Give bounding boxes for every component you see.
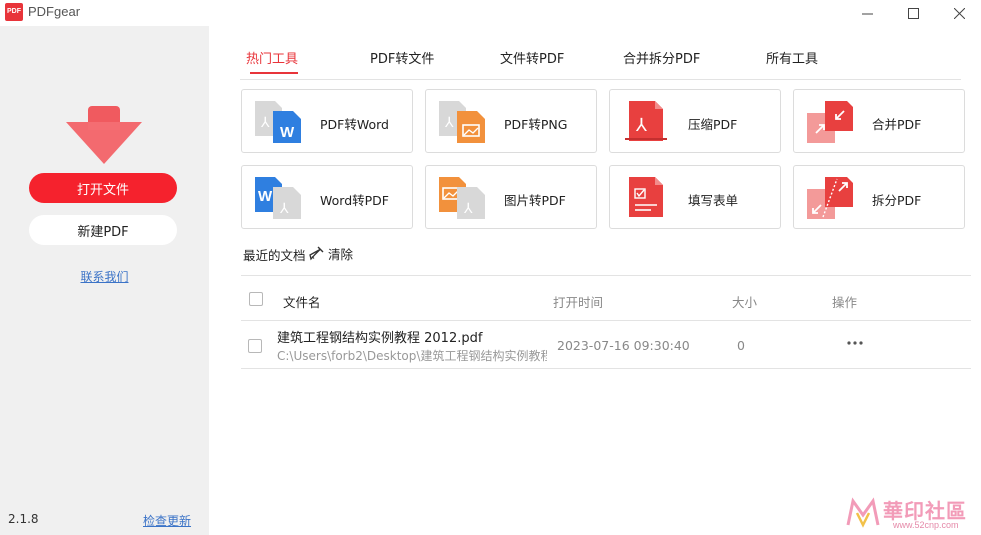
file-path: C:\Users\forb2\Desktop\建筑工程钢结构实例教程 2012.… [277, 349, 547, 363]
tool-card-pdf-to-png[interactable]: ⅄ PDF转PNG [425, 89, 597, 153]
clear-label: 清除 [328, 247, 354, 262]
tab-pdf-to-file[interactable]: PDF转文件 [370, 48, 434, 67]
close-icon [953, 7, 965, 19]
recent-documents-label: 最近的文档 [243, 248, 306, 263]
file-open-time: 2023-07-16 09:30:40 [557, 338, 690, 353]
more-options-icon[interactable] [845, 335, 865, 351]
svg-text:⅄: ⅄ [444, 115, 454, 131]
svg-text:⅄: ⅄ [260, 115, 270, 131]
merge-pdf-icon [807, 101, 853, 143]
app-logo-icon: PDF [5, 3, 23, 21]
maximize-button[interactable] [890, 0, 936, 26]
tool-card-pdf-to-word[interactable]: ⅄ W PDF转Word [241, 89, 413, 153]
new-pdf-button[interactable]: 新建PDF [29, 215, 177, 245]
select-all-checkbox[interactable] [249, 292, 263, 306]
contact-us-link[interactable]: 联系我们 [0, 268, 209, 285]
tool-card-merge-pdf[interactable]: 合并PDF [793, 89, 965, 153]
sidebar: 打开文件 新建PDF 联系我们 2.1.8 检查更新 [0, 26, 209, 535]
svg-text:⅄: ⅄ [463, 201, 473, 217]
tab-all-tools[interactable]: 所有工具 [766, 48, 818, 67]
watermark-logo-icon [846, 497, 880, 528]
tab-file-to-pdf[interactable]: 文件转PDF [500, 48, 564, 67]
image-to-pdf-icon: ⅄ [439, 177, 485, 219]
pdf-to-png-icon: ⅄ [439, 101, 485, 143]
tool-label: 拆分PDF [872, 193, 922, 208]
tab-popular-tools[interactable]: 热门工具 [246, 48, 298, 67]
column-header-open-time: 打开时间 [553, 295, 604, 310]
svg-text:W: W [258, 188, 273, 205]
tool-card-fill-form[interactable]: 填写表单 [609, 165, 781, 229]
tool-label: PDF转PNG [504, 117, 568, 132]
split-pdf-icon [807, 177, 853, 219]
broom-icon [309, 246, 324, 261]
tool-card-compress-pdf[interactable]: ⅄ 压缩PDF [609, 89, 781, 153]
row-checkbox[interactable] [248, 339, 262, 353]
tool-card-word-to-pdf[interactable]: W ⅄ Word转PDF [241, 165, 413, 229]
column-header-name: 文件名 [283, 295, 321, 310]
watermark: 華印社區 www.52cnp.com [845, 495, 977, 533]
tool-tabs: 热门工具 PDF转文件 文件转PDF 合并拆分PDF 所有工具 [240, 40, 961, 80]
minimize-button[interactable] [844, 0, 890, 26]
version-label: 2.1.8 [8, 512, 39, 526]
fill-form-icon [629, 177, 663, 217]
column-header-size: 大小 [732, 295, 758, 310]
svg-text:⅄: ⅄ [279, 201, 289, 217]
watermark-url: www.52cnp.com [893, 520, 959, 530]
tool-label: PDF转Word [320, 117, 389, 132]
download-arrow-icon [66, 106, 142, 164]
tool-label: 压缩PDF [688, 117, 738, 132]
table-row[interactable]: 建筑工程钢结构实例教程 2012.pdf C:\Users\forb2\Desk… [241, 321, 971, 369]
close-button[interactable] [936, 0, 981, 26]
file-size: 0 [737, 338, 745, 353]
title-bar: PDF PDFgear [0, 0, 981, 26]
tab-merge-split-pdf[interactable]: 合并拆分PDF [623, 48, 700, 67]
clear-recent-button[interactable]: 清除 [309, 244, 353, 263]
pdf-to-word-icon: ⅄ W [255, 101, 301, 143]
compress-pdf-icon: ⅄ [625, 101, 667, 141]
active-tab-indicator [250, 72, 298, 74]
column-header-actions: 操作 [832, 295, 858, 310]
tool-label: 填写表单 [688, 193, 739, 208]
tool-card-image-to-pdf[interactable]: ⅄ 图片转PDF [425, 165, 597, 229]
check-update-link[interactable]: 检查更新 [143, 512, 191, 529]
minimize-icon [861, 13, 873, 14]
tool-card-split-pdf[interactable]: 拆分PDF [793, 165, 965, 229]
tool-label: 图片转PDF [504, 193, 566, 208]
file-name: 建筑工程钢结构实例教程 2012.pdf [277, 331, 483, 346]
svg-text:⅄: ⅄ [636, 115, 648, 136]
tool-label: 合并PDF [872, 117, 922, 132]
word-to-pdf-icon: W ⅄ [255, 177, 301, 219]
maximize-icon [907, 7, 919, 19]
tool-label: Word转PDF [320, 193, 389, 208]
open-file-button[interactable]: 打开文件 [29, 173, 177, 203]
svg-text:W: W [280, 124, 295, 141]
table-header: 文件名 打开时间 大小 操作 [241, 275, 971, 321]
app-title: PDFgear [28, 4, 81, 19]
